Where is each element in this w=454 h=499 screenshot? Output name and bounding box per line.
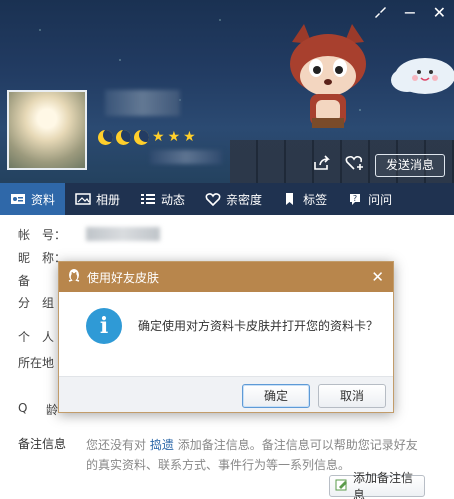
signature-blurred <box>150 150 222 164</box>
close-window-button[interactable]: ✕ <box>433 5 446 22</box>
note-label: 备注信息 <box>18 437 67 451</box>
age-label: 龄 <box>46 403 59 417</box>
note-text-prefix: 您还没有对 <box>86 438 147 452</box>
tab-ask[interactable]: ? 问问 <box>337 183 402 215</box>
dialog-footer: 确定 取消 <box>59 376 393 412</box>
tab-label: 亲密度 <box>226 192 263 207</box>
dialog-close-button[interactable]: ✕ <box>371 268 384 286</box>
bookmark-icon <box>282 192 298 206</box>
account-label: 帐 号： <box>18 228 67 242</box>
use-friend-skin-dialog: 使用好友皮肤 ✕ i 确定使用对方资料卡皮肤并打开您的资料卡？ 确定 取消 <box>58 261 394 413</box>
feed-list-icon <box>140 192 156 206</box>
brush-icon[interactable] <box>373 5 387 22</box>
dialog-message: 确定使用对方资料卡皮肤并打开您的资料卡？ <box>138 319 379 333</box>
dialog-title: 使用好友皮肤 <box>87 270 160 285</box>
star-icon: ★ <box>167 129 181 145</box>
window-controls: − ✕ <box>373 5 446 22</box>
tab-label: 标签 <box>303 192 328 207</box>
svg-text:?: ? <box>353 194 357 203</box>
friend-name-link[interactable]: 捣遗 <box>150 438 174 452</box>
question-icon: ? <box>347 192 363 206</box>
nickname-blurred <box>105 90 180 116</box>
tab-label: 资料 <box>31 192 56 207</box>
group-label: 分 组 <box>18 296 55 310</box>
moon-icon <box>98 130 113 145</box>
tab-label: 问问 <box>368 192 393 207</box>
qq-penguin-icon <box>67 268 81 287</box>
star-icon: ★ <box>183 129 196 145</box>
tab-profile[interactable]: 资料 <box>0 183 66 215</box>
remark-label: 备 <box>18 274 31 288</box>
level-badges: ★ ★ ★ <box>98 130 196 145</box>
smiling-cloud-illustration <box>391 58 454 94</box>
dialog-body: i 确定使用对方资料卡皮肤并打开您的资料卡？ <box>59 292 393 376</box>
add-note-button[interactable]: 添加备注信息 <box>329 471 425 499</box>
moon-icon <box>116 130 131 145</box>
add-friend-heart-icon[interactable] <box>345 155 365 175</box>
personal-label: 个 人 <box>18 330 55 344</box>
info-icon: i <box>86 308 122 344</box>
minimize-button[interactable]: − <box>403 5 416 22</box>
photo-album-icon <box>75 192 91 206</box>
fox-mascot-illustration <box>290 24 366 128</box>
profile-tab-bar: 资料 相册 动态 亲密度 标签 ? 问问 <box>0 183 454 215</box>
dialog-title-bar: 使用好友皮肤 ✕ <box>59 262 393 292</box>
edit-note-icon <box>335 478 349 495</box>
avatar[interactable] <box>7 90 87 170</box>
q-label: Q <box>18 401 28 415</box>
location-label: 所在地 <box>18 356 55 370</box>
heart-icon <box>205 192 221 207</box>
tab-intimacy[interactable]: 亲密度 <box>195 183 272 215</box>
account-value-blurred <box>86 227 160 241</box>
share-icon[interactable] <box>313 155 331 175</box>
tab-label: 动态 <box>161 192 186 207</box>
profile-header: − ✕ ★ ★ ★ 发送消息 <box>0 0 454 183</box>
star-icon: ★ <box>152 129 165 145</box>
tab-tags[interactable]: 标签 <box>272 183 337 215</box>
confirm-button[interactable]: 确定 <box>242 384 310 408</box>
send-message-button[interactable]: 发送消息 <box>375 154 445 177</box>
profile-card-icon <box>10 192 26 206</box>
tab-label: 相册 <box>96 192 121 207</box>
add-note-label: 添加备注信息 <box>353 471 414 499</box>
moon-icon <box>134 130 149 145</box>
tab-album[interactable]: 相册 <box>65 183 130 215</box>
cancel-button[interactable]: 取消 <box>318 384 386 408</box>
tab-feed[interactable]: 动态 <box>130 183 195 215</box>
